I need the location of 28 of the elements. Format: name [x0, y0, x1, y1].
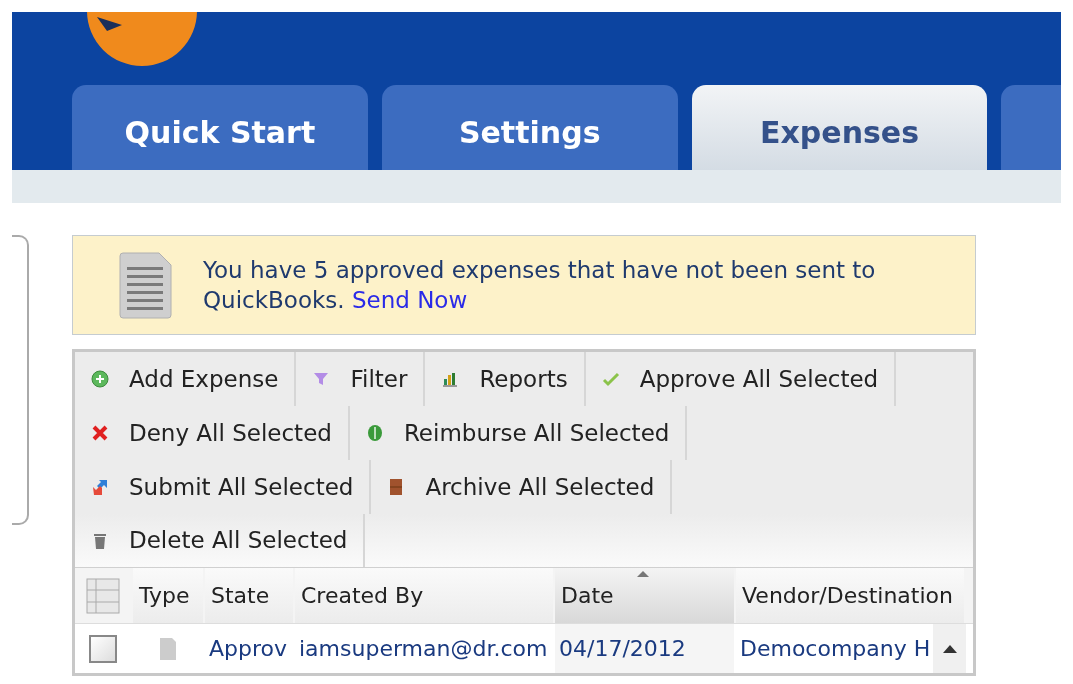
- row-checkbox[interactable]: [89, 634, 117, 663]
- notice-text: You have 5 approved expenses that have not been sent to QuickBooks. Send Now: [203, 256, 877, 315]
- trash-icon: [91, 531, 109, 550]
- table-cell-text: Approv: [208, 635, 289, 663]
- arrows-icon: [91, 478, 109, 496]
- table-cell-text: iamsuperman@dr.com: [298, 635, 549, 663]
- up-arrow-icon: [942, 644, 957, 653]
- column-header[interactable]: Vendor/Destination: [736, 568, 964, 623]
- coin-icon: [365, 424, 384, 442]
- funnel-icon: [312, 370, 331, 388]
- table-cell: 04/17/2012: [555, 624, 734, 673]
- chart-icon: [441, 370, 460, 388]
- scroll-up-button[interactable]: [933, 624, 966, 673]
- document-icon: [159, 636, 177, 661]
- plus-circle-icon: [91, 370, 109, 388]
- tab[interactable]: Settings: [381, 85, 678, 170]
- tab[interactable]: Quick Start: [72, 85, 368, 170]
- column-header[interactable]: Created By: [295, 568, 553, 623]
- send-now-link[interactable]: Send Now: [351, 287, 468, 313]
- column-header[interactable]: Type: [133, 568, 203, 623]
- document-icon: [119, 251, 173, 319]
- x-icon: [91, 424, 109, 442]
- column-header[interactable]: State: [205, 568, 293, 623]
- tab[interactable]: Expenses: [691, 85, 988, 170]
- table-cell-text: Democompany H: [739, 635, 931, 663]
- sort-arrow-icon: [637, 570, 649, 577]
- column-header[interactable]: Date: [555, 568, 734, 623]
- check-icon: [601, 370, 620, 388]
